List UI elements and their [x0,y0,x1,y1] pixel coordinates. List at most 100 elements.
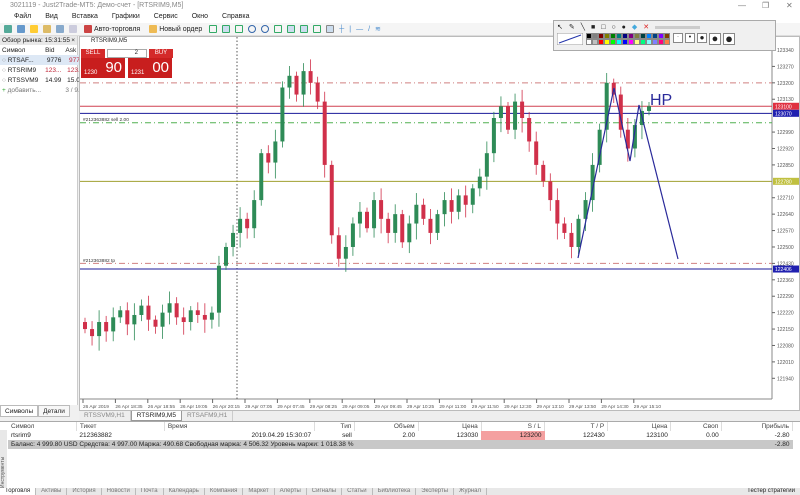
symbol-row[interactable]: ○ RTSSVM9 14.99 15.00 [0,75,85,85]
auto-trading-button[interactable]: Авто-торговля [82,25,142,33]
toolbox-tab[interactable]: Маркет [243,488,275,495]
tab-symbols[interactable]: Символы [0,405,39,417]
clear-tool-icon[interactable]: ✕ [643,23,649,31]
candle [146,295,151,331]
bar-chart-icon[interactable] [209,25,218,33]
column-header[interactable]: Тикет [76,422,165,431]
brush-size-3[interactable]: ● [697,33,707,43]
buy-button[interactable]: BUY [149,49,173,58]
chart-window[interactable]: 123340 123270 123200 123130 122990 122920 1228… [79,36,800,411]
toolbox-tab[interactable]: Календарь [164,488,205,495]
symbol-row[interactable]: ○ RTSRIM9 123... 123... [0,65,85,75]
opacity-slider[interactable] [655,25,701,29]
toolbox-tab[interactable]: История [67,488,102,495]
column-header[interactable]: Символ [8,422,77,431]
column-header[interactable]: Время [164,422,315,431]
rect-tool-icon[interactable]: □ [601,24,605,31]
column-header[interactable]: Объем [354,422,419,431]
sell-button[interactable]: SELL [81,49,105,58]
sell-price-button[interactable]: 1230 90 [81,58,125,78]
tab-details[interactable]: Детали [38,405,70,417]
pencil-tool-icon[interactable]: ✎ [569,23,575,31]
position-tp[interactable]: 122430 [545,431,608,440]
toolbox-tab[interactable]: Торговля [0,488,37,495]
menu-item[interactable]: Окно [192,13,208,23]
column-header[interactable]: Цена [607,422,672,431]
menu-item[interactable]: Файл [14,13,31,23]
column-header[interactable]: Тип [314,422,356,431]
autoscroll-icon[interactable] [287,25,296,33]
menu-item[interactable]: Графики [112,13,140,23]
toolbox-tab[interactable]: Статьи [342,488,373,495]
signals-icon[interactable] [69,25,77,33]
toolbox-tab[interactable]: Сигналы [307,488,343,495]
column-header[interactable]: Bid [43,45,63,55]
toolbox-tab[interactable]: Активы [36,488,68,495]
strategy-tester-tab[interactable]: Тестер стратегий [742,488,800,495]
column-header[interactable]: T / P [544,422,609,431]
menu-item[interactable]: Вид [45,13,58,23]
brush-size-5[interactable]: ● [723,32,735,45]
profiles-icon[interactable] [17,25,25,33]
brush-size-2[interactable]: • [685,33,695,43]
chart-tab[interactable]: RTSAFM9,H1 [182,411,234,421]
trendline-icon[interactable]: / [368,26,370,33]
new-order-button[interactable]: Новый ордер [147,25,204,33]
crosshair-icon[interactable]: ┼ [339,26,344,33]
column-header[interactable]: Своп [670,422,723,431]
zoom-in-icon[interactable] [248,25,257,33]
line-chart-icon[interactable] [235,25,244,33]
add-symbol-row[interactable]: + добавить... 3 / 9... [0,85,85,95]
horizontal-line-icon[interactable]: — [356,26,363,33]
toolbox-tab[interactable]: Алерты [275,488,307,495]
column-header[interactable]: S / L [481,422,546,431]
vertical-line-icon[interactable]: | [349,26,351,33]
cursor-icon[interactable] [326,25,335,33]
close-button[interactable]: ✕ [786,1,793,10]
user-annotation-text[interactable]: HP [650,92,672,109]
price-chart[interactable]: 123340 123270 123200 123130 122990 122920 1228… [80,37,800,412]
line-tool-icon[interactable]: ╲ [581,23,585,31]
toolbox-tab[interactable]: Новости [102,488,136,495]
position-sl[interactable]: 123200 [481,431,545,440]
close-panel-icon[interactable]: × [71,37,75,44]
column-header[interactable]: Цена [418,422,482,431]
toolbox-tab[interactable]: Эксперты [416,488,455,495]
candlestick-chart-icon[interactable] [222,25,231,33]
column-header[interactable]: Символ [0,45,43,55]
brush-size-4[interactable]: ● [709,33,721,45]
filled-rect-tool-icon[interactable]: ■ [591,24,595,31]
ellipse-tool-icon[interactable]: ○ [611,24,615,31]
symbol-row[interactable]: ○ RTSAF... 9776 9777 [0,55,86,65]
position-row[interactable]: rtsrim9 212363882 2019.04.29 15:30:07 sell 2… [8,431,793,440]
fibonacci-icon[interactable]: ≋ [375,25,381,33]
toolbox-tab[interactable]: Почта [136,488,164,495]
new-chart-icon[interactable] [4,25,12,33]
eraser-tool-icon[interactable]: ◆ [632,23,637,31]
buy-price-button[interactable]: 1231 00 [128,58,172,78]
volume-input[interactable]: 2 [107,49,147,58]
navigator-icon[interactable] [56,25,64,33]
menu-item[interactable]: Сервис [154,13,178,23]
toolbox-tab[interactable]: Библиотека [373,488,417,495]
menu-item[interactable]: Справка [222,13,249,23]
chart-tab[interactable]: RTSRIM9,M5 [130,411,182,421]
menu-item[interactable]: Вставка [72,13,98,23]
market-watch-icon[interactable] [30,25,38,33]
toolbox-tab[interactable]: Журнал [454,488,487,495]
maximize-button[interactable]: ❐ [762,1,769,10]
brush-size-1[interactable]: · [673,33,683,43]
minimize-button[interactable]: — [738,1,746,10]
tile-windows-icon[interactable] [274,25,283,33]
chart-shift-icon[interactable] [300,25,309,33]
chart-tab[interactable]: RTSSVM9,H1 [79,411,131,421]
templates-icon[interactable] [313,25,322,33]
color-swatch[interactable] [664,39,670,45]
filled-ellipse-tool-icon[interactable]: ● [622,24,626,31]
toolbox-tab[interactable]: Компания [205,488,244,495]
column-header[interactable]: Прибыль [721,422,793,431]
color-palette[interactable] [586,33,670,45]
select-tool-icon[interactable]: ↖ [557,23,563,31]
zoom-out-icon[interactable] [261,25,270,33]
data-window-icon[interactable] [43,25,51,33]
